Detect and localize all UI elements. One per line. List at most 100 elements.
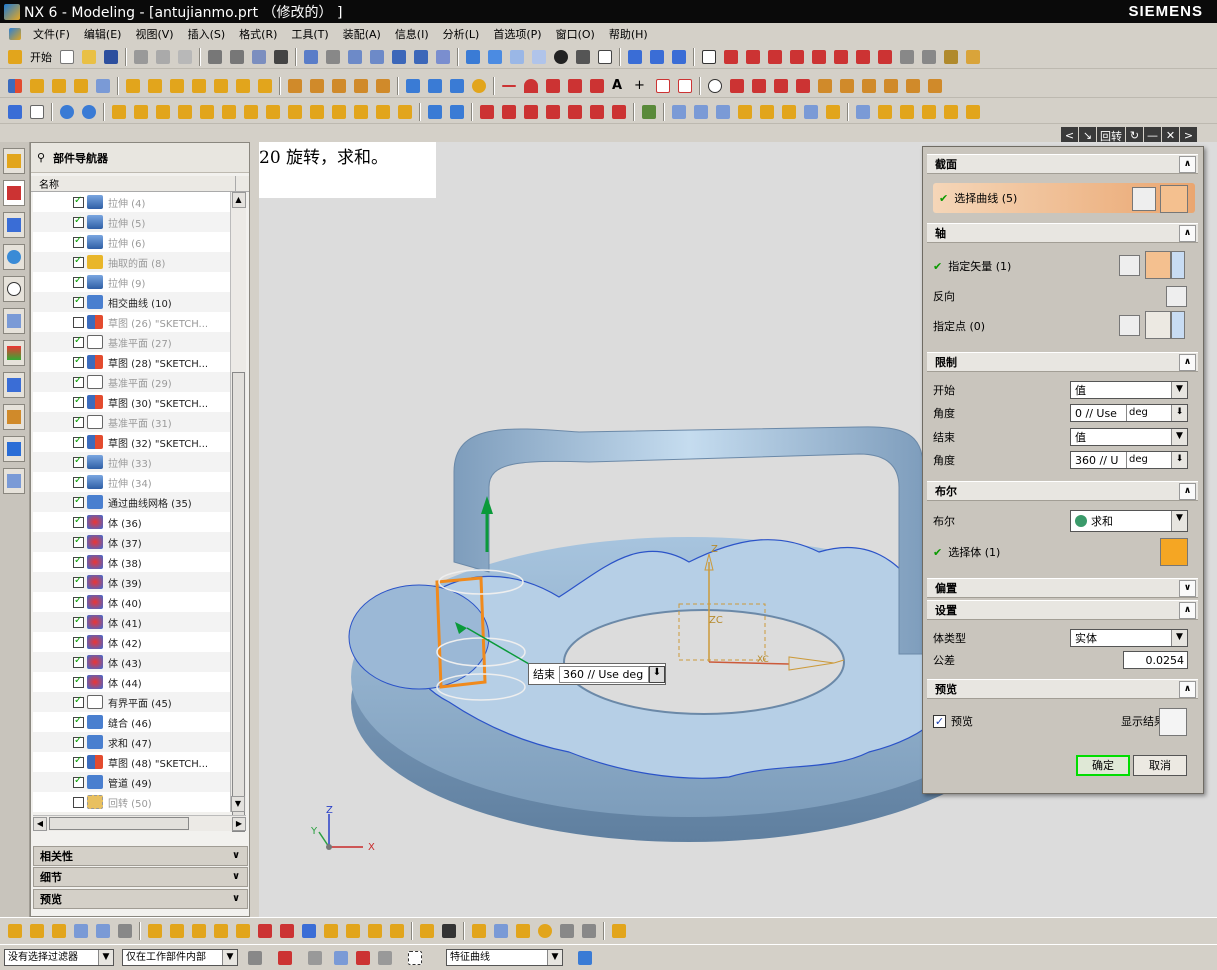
reverse-row[interactable]: 反向 bbox=[933, 285, 1195, 307]
sel-1-icon[interactable] bbox=[5, 921, 25, 941]
sel-17-icon[interactable] bbox=[365, 921, 385, 941]
details-panel[interactable]: 细节 ∨ bbox=[33, 867, 248, 887]
filter-icon[interactable] bbox=[245, 948, 265, 968]
sel-9-icon[interactable] bbox=[189, 921, 209, 941]
feature-visibility-checkbox[interactable] bbox=[73, 515, 84, 528]
feature-visibility-checkbox[interactable] bbox=[73, 475, 84, 488]
sel-20-icon[interactable] bbox=[439, 921, 459, 941]
sew-icon[interactable] bbox=[373, 76, 393, 96]
feature-visibility-checkbox[interactable] bbox=[73, 316, 84, 328]
feature-visibility-checkbox[interactable] bbox=[73, 595, 84, 608]
tree-row[interactable]: 草图 (28) "SKETCH... bbox=[33, 352, 230, 372]
tree-row[interactable]: 拉伸 (9) bbox=[33, 272, 230, 292]
tree-row[interactable]: 体 (39) bbox=[33, 572, 230, 592]
sel-5-icon[interactable] bbox=[93, 921, 113, 941]
project-curve-icon[interactable] bbox=[749, 76, 769, 96]
collapse-icon[interactable]: ∧ bbox=[1179, 482, 1196, 500]
magnifier-icon[interactable] bbox=[1159, 708, 1187, 736]
offset-icon[interactable] bbox=[329, 76, 349, 96]
scroll-up-icon[interactable]: ▲ bbox=[231, 192, 246, 208]
chevron-down-icon[interactable]: ∨ bbox=[228, 848, 244, 864]
thicken-icon[interactable] bbox=[351, 76, 371, 96]
scroll-thumb[interactable] bbox=[232, 372, 245, 832]
tree-row[interactable]: 通过曲线网格 (35) bbox=[33, 492, 230, 512]
feat-14-icon[interactable] bbox=[395, 102, 415, 122]
hidden-edges-icon[interactable] bbox=[551, 47, 571, 67]
extrude-icon[interactable] bbox=[27, 76, 47, 96]
repeat-icon[interactable] bbox=[249, 47, 269, 67]
feature-visibility-checkbox[interactable] bbox=[73, 555, 84, 568]
static-wireframe-icon[interactable] bbox=[529, 47, 549, 67]
surf-1-icon[interactable] bbox=[669, 102, 689, 122]
pattern-icon[interactable] bbox=[211, 76, 231, 96]
horizontal-scrollbar[interactable]: ◀ ▶ bbox=[33, 815, 246, 831]
tree-row[interactable]: 拉伸 (5) bbox=[33, 212, 230, 232]
scroll-down-icon[interactable]: ▼ bbox=[231, 796, 245, 812]
collapse-icon[interactable]: ∧ bbox=[1179, 224, 1196, 242]
intersect-curve-icon[interactable] bbox=[727, 76, 747, 96]
feature-visibility-checkbox[interactable] bbox=[73, 495, 84, 508]
ruler-icon[interactable] bbox=[963, 47, 983, 67]
trim-icon[interactable] bbox=[285, 76, 305, 96]
menu-item[interactable]: 编辑(E) bbox=[77, 26, 129, 42]
angle-end-unit[interactable]: deg bbox=[1126, 452, 1171, 468]
curve-select-icon[interactable] bbox=[1160, 185, 1188, 213]
measure-icon[interactable] bbox=[941, 47, 961, 67]
tree-row[interactable]: 求和 (47) bbox=[33, 732, 230, 752]
feature-visibility-checkbox[interactable] bbox=[73, 295, 84, 308]
vector-dropdown-icon[interactable] bbox=[1171, 251, 1185, 279]
tree-row[interactable]: 基准平面 (31) bbox=[33, 412, 230, 432]
tree-row[interactable]: 体 (37) bbox=[33, 532, 230, 552]
surf-2-icon[interactable] bbox=[691, 102, 711, 122]
sel-21-icon[interactable] bbox=[469, 921, 489, 941]
menu-item[interactable]: 分析(L) bbox=[436, 26, 487, 42]
feature-visibility-checkbox[interactable] bbox=[73, 455, 84, 468]
start-label[interactable]: 开始 bbox=[26, 49, 56, 65]
chevron-down-icon[interactable]: ▼ bbox=[1171, 429, 1187, 445]
cut-icon[interactable] bbox=[131, 47, 151, 67]
surf-14-icon[interactable] bbox=[963, 102, 983, 122]
web-browser-icon[interactable] bbox=[3, 244, 25, 270]
edit-7-icon[interactable] bbox=[609, 102, 629, 122]
tree-row[interactable]: 草图 (48) "SKETCH... bbox=[33, 752, 230, 772]
feature-visibility-checkbox[interactable] bbox=[73, 215, 84, 228]
preview-header[interactable]: 预览 ∧ bbox=[927, 679, 1198, 699]
rotate-icon[interactable] bbox=[389, 47, 409, 67]
menu-item[interactable]: 帮助(H) bbox=[602, 26, 655, 42]
name-column-header[interactable]: 名称 bbox=[31, 176, 235, 191]
shaded-edges-icon[interactable] bbox=[485, 47, 505, 67]
subtract-icon[interactable] bbox=[79, 102, 99, 122]
cylinder-icon[interactable] bbox=[233, 76, 253, 96]
column-menu[interactable] bbox=[235, 176, 249, 191]
surf-11-icon[interactable] bbox=[897, 102, 917, 122]
sel-18-icon[interactable] bbox=[387, 921, 407, 941]
assembly-navigator-icon[interactable] bbox=[3, 148, 25, 174]
preview-checkbox[interactable]: ✓ bbox=[933, 714, 946, 728]
vertical-scrollbar[interactable]: ▲ ▼ bbox=[230, 192, 246, 832]
sel-19-icon[interactable] bbox=[417, 921, 437, 941]
body-filter-icon[interactable] bbox=[575, 948, 595, 968]
sel-6-icon[interactable] bbox=[115, 921, 135, 941]
extract-curve-icon[interactable] bbox=[771, 76, 791, 96]
curve-rule-select[interactable]: 特征曲线 ▼ bbox=[446, 949, 563, 966]
collapse-icon[interactable]: ∧ bbox=[1179, 601, 1196, 619]
feature-visibility-checkbox[interactable] bbox=[73, 635, 84, 648]
chamfer-icon[interactable] bbox=[145, 76, 165, 96]
ok-button[interactable]: 确定 bbox=[1076, 755, 1130, 776]
arrow-down-icon[interactable]: ⬇ bbox=[1171, 452, 1187, 468]
tree-row[interactable]: 拉伸 (33) bbox=[33, 452, 230, 472]
feature-visibility-checkbox[interactable] bbox=[73, 615, 84, 628]
palette-icon[interactable] bbox=[3, 436, 25, 462]
feat-4-icon[interactable] bbox=[175, 102, 195, 122]
menu-item[interactable]: 格式(R) bbox=[232, 26, 284, 42]
feat-1-icon[interactable] bbox=[109, 102, 129, 122]
chevron-down-icon[interactable]: ▼ bbox=[1171, 630, 1187, 646]
sketch-icon[interactable] bbox=[5, 76, 25, 96]
feat-7-icon[interactable] bbox=[241, 102, 261, 122]
feature-visibility-checkbox[interactable] bbox=[73, 275, 84, 288]
text-icon[interactable]: A bbox=[609, 76, 629, 96]
snap-quadrant-icon[interactable] bbox=[831, 47, 851, 67]
tree-row[interactable]: 草图 (30) "SKETCH... bbox=[33, 392, 230, 412]
zoom-region-icon[interactable] bbox=[323, 47, 343, 67]
feature-visibility-checkbox[interactable] bbox=[73, 415, 84, 428]
